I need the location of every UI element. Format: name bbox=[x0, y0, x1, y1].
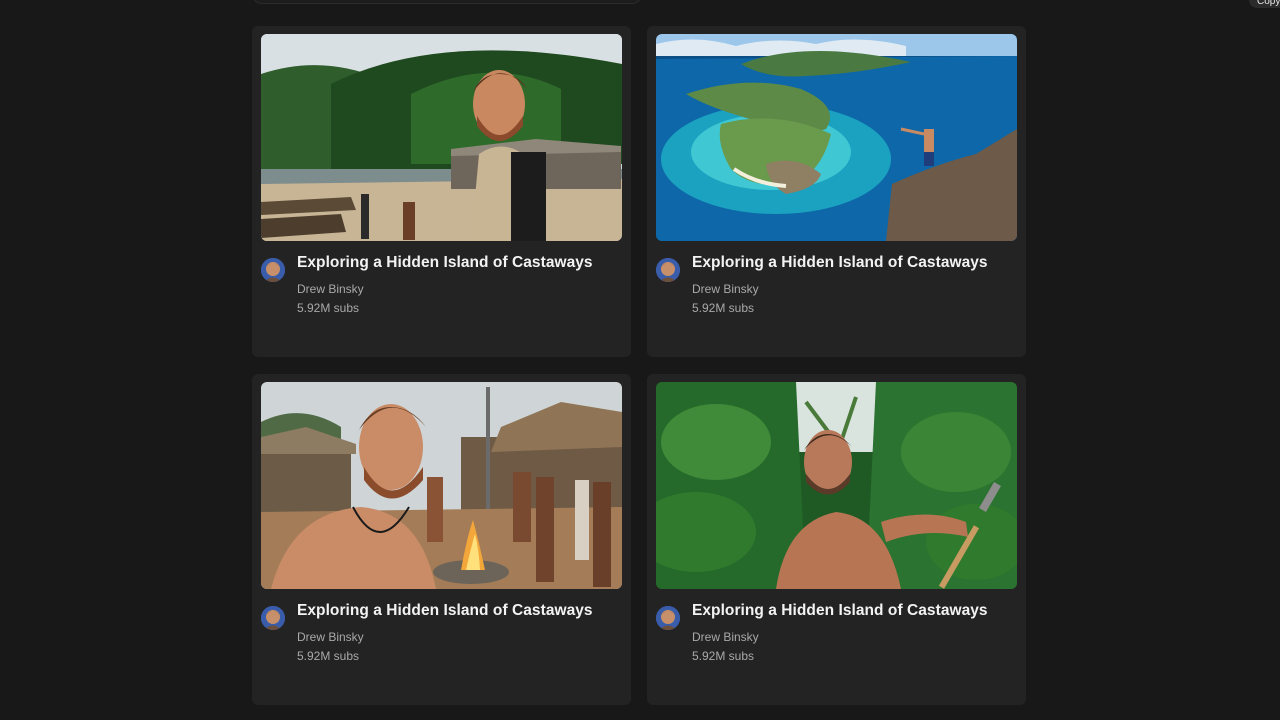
video-thumbnail[interactable] bbox=[261, 34, 622, 241]
thumbnail-island-image bbox=[656, 34, 1017, 241]
avatar-image bbox=[656, 606, 680, 630]
channel-avatar[interactable] bbox=[656, 606, 680, 630]
channel-avatar[interactable] bbox=[261, 606, 285, 630]
video-title[interactable]: Exploring a Hidden Island of Castaways bbox=[297, 254, 622, 272]
channel-name[interactable]: Drew Binsky bbox=[692, 630, 759, 644]
video-title[interactable]: Exploring a Hidden Island of Castaways bbox=[692, 602, 1017, 620]
subscriber-count: 5.92M subs bbox=[297, 301, 360, 315]
video-title[interactable]: Exploring a Hidden Island of Castaways bbox=[297, 602, 622, 620]
thumbnail-jungle-image bbox=[656, 382, 1017, 589]
subscriber-count: 5.92M subs bbox=[692, 649, 755, 663]
channel-name[interactable]: Drew Binsky bbox=[692, 282, 759, 296]
video-card[interactable]: Exploring a Hidden Island of Castaways D… bbox=[647, 26, 1026, 357]
video-card[interactable]: Exploring a Hidden Island of Castaways D… bbox=[252, 26, 631, 357]
video-grid-page: Copy Exploring a Hidden Island of Castaw… bbox=[0, 0, 1280, 720]
thumbnail-campfire-image bbox=[261, 382, 622, 589]
video-card[interactable]: Exploring a Hidden Island of Castaways D… bbox=[252, 374, 631, 705]
avatar-image bbox=[656, 258, 680, 282]
subscriber-count: 5.92M subs bbox=[297, 649, 360, 663]
thumbnail-village-image bbox=[261, 34, 622, 241]
copy-button[interactable]: Copy bbox=[1249, 0, 1280, 8]
video-thumbnail[interactable] bbox=[656, 34, 1017, 241]
subscriber-count: 5.92M subs bbox=[692, 301, 755, 315]
channel-avatar[interactable] bbox=[656, 258, 680, 282]
video-title[interactable]: Exploring a Hidden Island of Castaways bbox=[692, 254, 1017, 272]
video-thumbnail[interactable] bbox=[656, 382, 1017, 589]
channel-name[interactable]: Drew Binsky bbox=[297, 282, 364, 296]
channel-name[interactable]: Drew Binsky bbox=[297, 630, 364, 644]
previous-card-edge bbox=[252, 0, 642, 4]
video-card[interactable]: Exploring a Hidden Island of Castaways D… bbox=[647, 374, 1026, 705]
avatar-image bbox=[261, 606, 285, 630]
channel-avatar[interactable] bbox=[261, 258, 285, 282]
video-thumbnail[interactable] bbox=[261, 382, 622, 589]
avatar-image bbox=[261, 258, 285, 282]
